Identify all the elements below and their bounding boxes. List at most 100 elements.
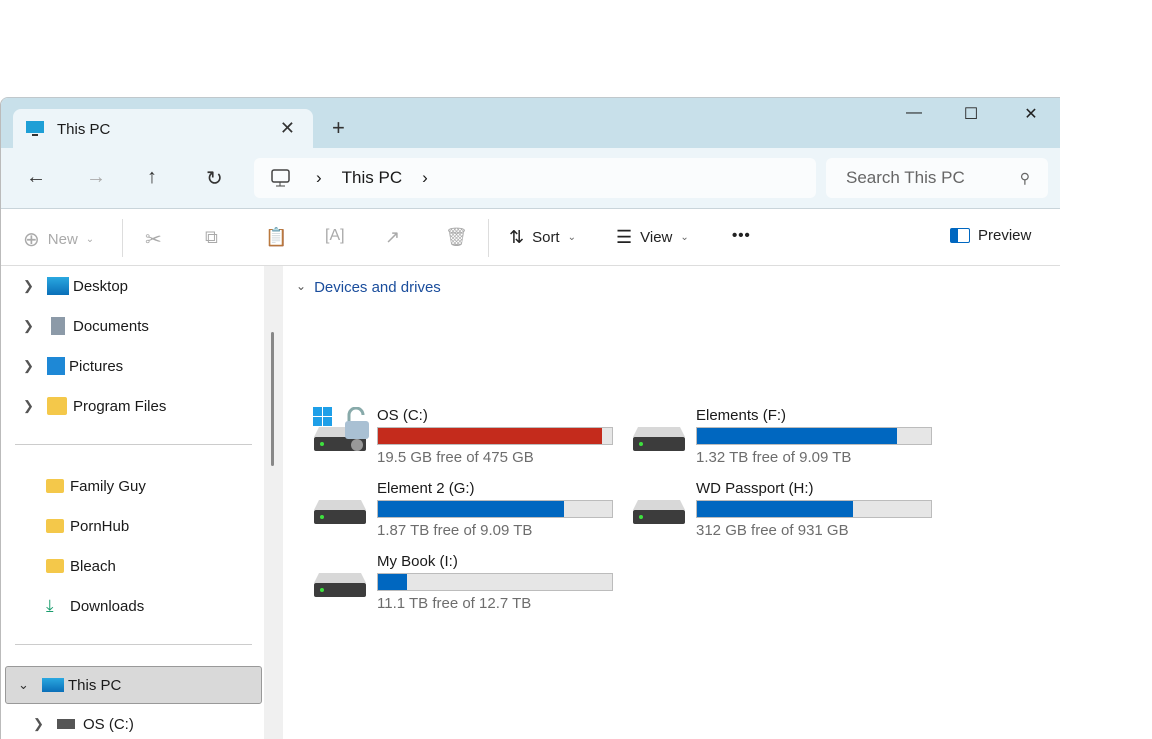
monitor-icon: [42, 678, 64, 692]
title-bar: This PC ✕ + — ☐ ✕: [1, 98, 1060, 149]
close-window-button[interactable]: ✕: [1011, 104, 1051, 124]
group-label: Devices and drives: [314, 279, 441, 296]
drive-usage-bar: [696, 427, 932, 445]
search-input[interactable]: Search This PC ⚲: [826, 158, 1048, 198]
desktop-icon: [47, 277, 69, 295]
sidebar-item-desktop[interactable]: ❯ Desktop: [1, 269, 261, 303]
sidebar-item-this-pc[interactable]: ⌄ This PC: [5, 666, 262, 704]
chevron-right-icon[interactable]: ❯: [23, 318, 47, 334]
command-bar: ⊕ New ⌄ ✂ ⧉ 📋 [A] ↗ 🗑 ⇅ Sort ⌄ ☰ View ⌄ ••• Pr…: [1, 209, 1060, 266]
sidebar-scrollbar[interactable]: [264, 266, 283, 739]
monitor-icon: [26, 121, 44, 136]
hard-drive-icon: [632, 492, 686, 528]
sidebar-label: PornHub: [70, 517, 130, 535]
sort-label: Sort: [532, 229, 560, 246]
hard-drive-icon: [313, 407, 369, 455]
sidebar-label: Bleach: [70, 557, 116, 575]
breadcrumb[interactable]: › This PC ›: [254, 158, 816, 198]
sidebar-item-os-c[interactable]: ❯ OS (C:): [1, 707, 261, 739]
download-icon: ⤓: [46, 596, 54, 615]
drive-name: My Book (I:): [377, 553, 458, 570]
delete-icon[interactable]: 🗑: [445, 227, 468, 248]
navigation-pane: ❯ Desktop ❯ Documents ❯ Pictures ❯ Program F…: [1, 266, 264, 739]
sidebar-item-documents[interactable]: ❯ Documents: [1, 309, 261, 343]
chevron-right-icon: ›: [316, 168, 322, 187]
chevron-right-icon[interactable]: ❯: [23, 278, 47, 294]
drive-usage-fill: [697, 501, 853, 517]
scrollbar-thumb[interactable]: [271, 332, 274, 466]
view-list-icon: ☰: [616, 227, 633, 247]
windows-lock-overlay-icon: [313, 407, 369, 451]
folder-icon: [46, 519, 64, 533]
sidebar-item-family-guy[interactable]: Family Guy: [1, 469, 261, 503]
refresh-button[interactable]: ↻: [206, 166, 223, 191]
tab-this-pc[interactable]: This PC ✕: [13, 109, 313, 149]
share-icon[interactable]: ↗: [385, 227, 400, 248]
forward-button[interactable]: →: [86, 166, 106, 189]
hard-drive-icon: [313, 565, 367, 601]
paste-icon[interactable]: 📋: [265, 227, 287, 248]
chevron-right-icon[interactable]: ›: [422, 168, 428, 188]
preview-label: Preview: [978, 227, 1032, 244]
group-header-devices[interactable]: ⌄ Devices and drives: [296, 279, 441, 296]
sidebar-label: Desktop: [73, 277, 129, 295]
search-placeholder: Search This PC: [846, 168, 965, 187]
address-row: ← → ↑ ↻ › This PC › Search This PC ⚲: [1, 148, 1060, 209]
sidebar-label: Pictures: [69, 357, 124, 375]
sidebar-item-pornhub[interactable]: PornHub: [1, 509, 261, 543]
rename-icon[interactable]: [A]: [325, 227, 345, 245]
sidebar-label: Downloads: [70, 597, 145, 615]
new-label: New: [47, 231, 78, 248]
up-button[interactable]: ↑: [147, 166, 157, 189]
sidebar-item-pictures[interactable]: ❯ Pictures: [1, 349, 261, 383]
new-button[interactable]: ⊕ New ⌄: [23, 227, 94, 252]
hard-drive-icon: [632, 419, 686, 455]
drive-free-space: 1.87 TB free of 9.09 TB: [377, 522, 533, 539]
drive-tile[interactable]: WD Passport (H:) 312 GB free of 931 GB: [632, 480, 932, 546]
divider: [488, 219, 489, 257]
tab-close-icon[interactable]: ✕: [280, 118, 295, 139]
more-options-button[interactable]: •••: [732, 227, 751, 244]
drive-tile[interactable]: Element 2 (G:) 1.87 TB free of 9.09 TB: [313, 480, 613, 546]
new-tab-button[interactable]: +: [332, 115, 345, 141]
chevron-right-icon[interactable]: ❯: [23, 358, 47, 374]
chevron-right-icon[interactable]: ❯: [33, 716, 57, 732]
drive-name: Element 2 (G:): [377, 480, 475, 497]
breadcrumb-this-pc[interactable]: This PC: [342, 168, 402, 188]
view-label: View: [640, 229, 673, 246]
drive-usage-bar: [377, 500, 613, 518]
chevron-down-icon[interactable]: ⌄: [18, 677, 42, 693]
pictures-icon: [47, 357, 65, 375]
drive-tile[interactable]: Elements (F:) 1.32 TB free of 9.09 TB: [632, 407, 932, 473]
sidebar-item-program-files[interactable]: ❯ Program Files: [1, 389, 261, 423]
drive-free-space: 11.1 TB free of 12.7 TB: [377, 595, 532, 612]
content-pane: ⌄ Devices and drives OS (C:) 19.5 GB free…: [284, 266, 1060, 739]
preview-button[interactable]: Preview: [950, 227, 1031, 244]
drive-name: Elements (F:): [696, 407, 787, 424]
sidebar-label: This PC: [68, 676, 122, 694]
copy-icon[interactable]: ⧉: [205, 227, 218, 248]
tab-title: This PC: [57, 120, 111, 138]
drive-usage-fill: [378, 428, 603, 444]
sidebar-label: OS (C:): [83, 715, 134, 733]
back-button[interactable]: ←: [26, 166, 46, 189]
drive-tile[interactable]: OS (C:) 19.5 GB free of 475 GB: [313, 407, 613, 473]
drive-icon: [57, 719, 75, 729]
drive-tile[interactable]: My Book (I:) 11.1 TB free of 12.7 TB: [313, 553, 613, 619]
folder-icon: [46, 479, 64, 493]
sort-button[interactable]: ⇅ Sort ⌄: [509, 227, 576, 248]
drive-usage-bar: [377, 427, 613, 445]
minimize-button[interactable]: —: [894, 104, 934, 122]
drive-usage-bar: [696, 500, 932, 518]
cut-icon[interactable]: ✂: [145, 227, 162, 252]
chevron-right-icon[interactable]: ❯: [23, 398, 47, 414]
drive-usage-fill: [697, 428, 898, 444]
sidebar-item-bleach[interactable]: Bleach: [1, 549, 261, 583]
divider: [15, 444, 252, 445]
sidebar-item-downloads[interactable]: ⤓ Downloads: [1, 589, 261, 623]
maximize-button[interactable]: ☐: [951, 104, 991, 124]
view-button[interactable]: ☰ View ⌄: [616, 227, 689, 248]
search-icon: ⚲: [1019, 169, 1030, 186]
drive-free-space: 312 GB free of 931 GB: [696, 522, 849, 539]
drive-usage-fill: [378, 574, 408, 590]
